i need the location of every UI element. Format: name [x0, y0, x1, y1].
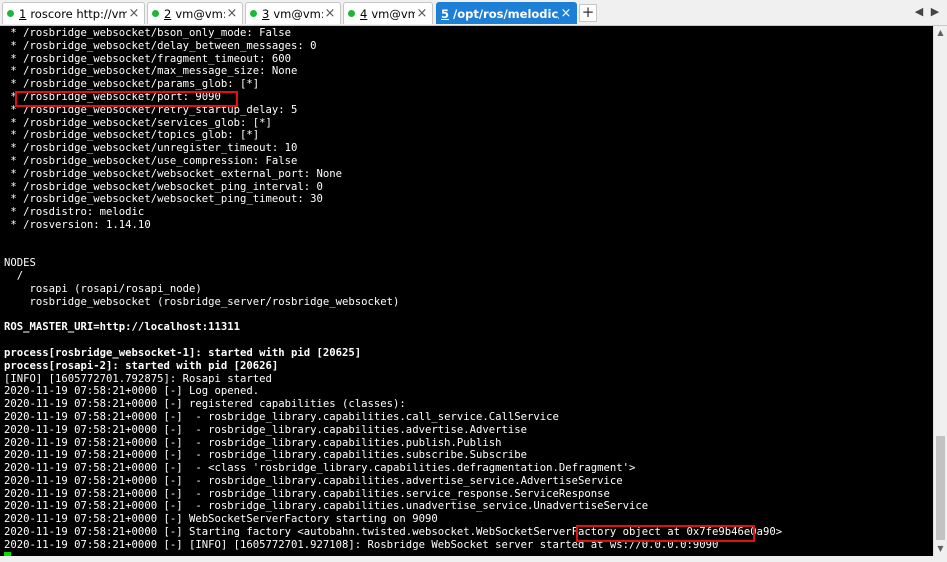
- tab-opt-ros-melodic[interactable]: 5 /opt/ros/melodic/sh... ×: [436, 2, 577, 24]
- terminal-line: * /rosbridge_websocket/bson_only_mode: F…: [4, 27, 292, 39]
- close-icon[interactable]: ×: [415, 6, 429, 21]
- terminal-line: * /rosbridge_websocket/params_glob: [*]: [4, 78, 260, 91]
- terminal-line: [INFO] [1605772701.792875]: Rosapi start…: [4, 372, 272, 385]
- tab-prev-icon[interactable]: ◀: [912, 5, 926, 19]
- terminal-line: 2020-11-19 07:58:21+0000 [-] registered …: [4, 398, 406, 411]
- vertical-scrollbar[interactable]: ▲ ▼: [933, 26, 947, 556]
- terminal-line: rosapi (rosapi/rosapi_node): [4, 282, 202, 295]
- terminal-line: * /rosbridge_websocket/retry_startup_del…: [4, 103, 298, 116]
- terminal-line: * /rosbridge_websocket/services_glob: [*…: [4, 116, 272, 129]
- terminal-line: 2020-11-19 07:58:21+0000 [-] - rosbridge…: [4, 423, 527, 436]
- tab-title: roscore http://vm:113...: [30, 6, 127, 21]
- tab-bar: 1 roscore http://vm:113... × 2 vm@vm: ~ …: [0, 0, 947, 26]
- tab-vm-3[interactable]: 3 vm@vm: ~ ×: [245, 2, 341, 24]
- status-dot-icon: [152, 10, 159, 17]
- terminal-line: * /rosbridge_websocket/fragment_timeout:…: [4, 52, 292, 65]
- terminal-line: 2020-11-19 07:58:21+0000 [-] - rosbridge…: [4, 449, 527, 462]
- window-bottom-edge: [0, 556, 947, 562]
- terminal-line: 2020-11-19 07:58:21+0000 [-] - rosbridge…: [4, 474, 623, 487]
- tab-next-icon[interactable]: ▶: [928, 5, 942, 19]
- terminal-line: ROS_MASTER_URI=http://localhost:11311: [4, 321, 240, 334]
- terminal-output[interactable]: * /rosbridge_websocket/bson_only_mode: F…: [0, 26, 933, 556]
- terminal-line: 2020-11-19 07:58:21+0000 [-] - rosbridge…: [4, 500, 649, 513]
- terminal-line: 2020-11-19 07:58:21+0000 [-] - rosbridge…: [4, 487, 610, 500]
- terminal-line: 2020-11-19 07:58:21+0000 [-] Starting fa…: [4, 526, 783, 539]
- tab-number: 5: [441, 6, 450, 21]
- tab-number: 1: [19, 6, 27, 21]
- terminal-line: 2020-11-19 07:58:21+0000 [-] Log opened.: [4, 385, 260, 398]
- terminal-line: 2020-11-19 07:58:21+0000 [-] [INFO] [160…: [4, 538, 719, 551]
- terminal-line: NODES: [4, 257, 36, 270]
- terminal-line: * /rosbridge_websocket/topics_glob: [*]: [4, 129, 260, 142]
- terminal-line: 2020-11-19 07:58:21+0000 [-] WebSocketSe…: [4, 513, 438, 526]
- scroll-up-icon[interactable]: ▲: [934, 26, 947, 40]
- terminal-line: * /rosbridge_websocket/port: 9090: [4, 90, 221, 103]
- terminal-line: * /rosbridge_websocket/websocket_ping_ti…: [4, 193, 323, 206]
- terminal-line: * /rosdistro: melodic: [4, 206, 145, 219]
- terminal-line: 2020-11-19 07:58:21+0000 [-] - rosbridge…: [4, 436, 502, 449]
- terminal-line: * /rosbridge_websocket/max_message_size:…: [4, 65, 298, 78]
- terminal-lines: * /rosbridge_websocket/bson_only_mode: F…: [4, 27, 782, 556]
- tab-vm-2[interactable]: 2 vm@vm: ~ ×: [147, 2, 243, 24]
- terminal-line: 2020-11-19 07:58:21+0000 [-] - rosbridge…: [4, 410, 559, 423]
- terminal-line: * /rosbridge_websocket/websocket_externa…: [4, 167, 343, 180]
- close-icon[interactable]: ×: [127, 6, 141, 21]
- close-icon[interactable]: ×: [323, 6, 337, 21]
- tab-number: 3: [262, 6, 270, 21]
- terminal-line: 2020-11-19 07:58:21+0000 [-] - <class 'r…: [4, 462, 636, 475]
- tab-number: 2: [164, 6, 172, 21]
- tab-roscore[interactable]: 1 roscore http://vm:113... ×: [2, 2, 145, 24]
- tab-title: vm@vm: ~: [273, 6, 323, 21]
- terminal-line: process[rosbridge_websocket-1]: started …: [4, 346, 362, 359]
- status-dot-icon: [250, 10, 257, 17]
- terminal-line: /: [4, 270, 24, 283]
- close-icon[interactable]: ×: [225, 6, 239, 21]
- terminal-line: * /rosbridge_websocket/unregister_timeou…: [4, 142, 298, 155]
- tab-number: 4: [360, 6, 368, 21]
- status-dot-icon: [348, 10, 355, 17]
- terminal-line: process[rosapi-2]: started with pid [206…: [4, 359, 279, 372]
- terminal-line: * /rosbridge_websocket/delay_between_mes…: [4, 39, 317, 52]
- tab-vm-4[interactable]: 4 vm@vm: ~ ×: [343, 2, 433, 24]
- scroll-down-icon[interactable]: ▼: [934, 542, 947, 556]
- terminal-line: * /rosbridge_websocket/websocket_ping_in…: [4, 180, 323, 193]
- tab-title: /opt/ros/melodic/sh...: [453, 6, 559, 21]
- new-tab-button[interactable]: +: [579, 4, 597, 22]
- terminal-line: * /rosbridge_websocket/use_compression: …: [4, 154, 298, 167]
- terminal-window: 1 roscore http://vm:113... × 2 vm@vm: ~ …: [0, 0, 947, 562]
- status-dot-icon: [7, 10, 14, 17]
- terminal-line: * /rosversion: 1.14.10: [4, 218, 151, 231]
- tab-title: vm@vm: ~: [371, 6, 415, 21]
- close-icon[interactable]: ×: [559, 6, 573, 21]
- scroll-thumb[interactable]: [936, 436, 945, 540]
- tab-title: vm@vm: ~: [175, 6, 225, 21]
- terminal-line: rosbridge_websocket (rosbridge_server/ro…: [4, 295, 400, 308]
